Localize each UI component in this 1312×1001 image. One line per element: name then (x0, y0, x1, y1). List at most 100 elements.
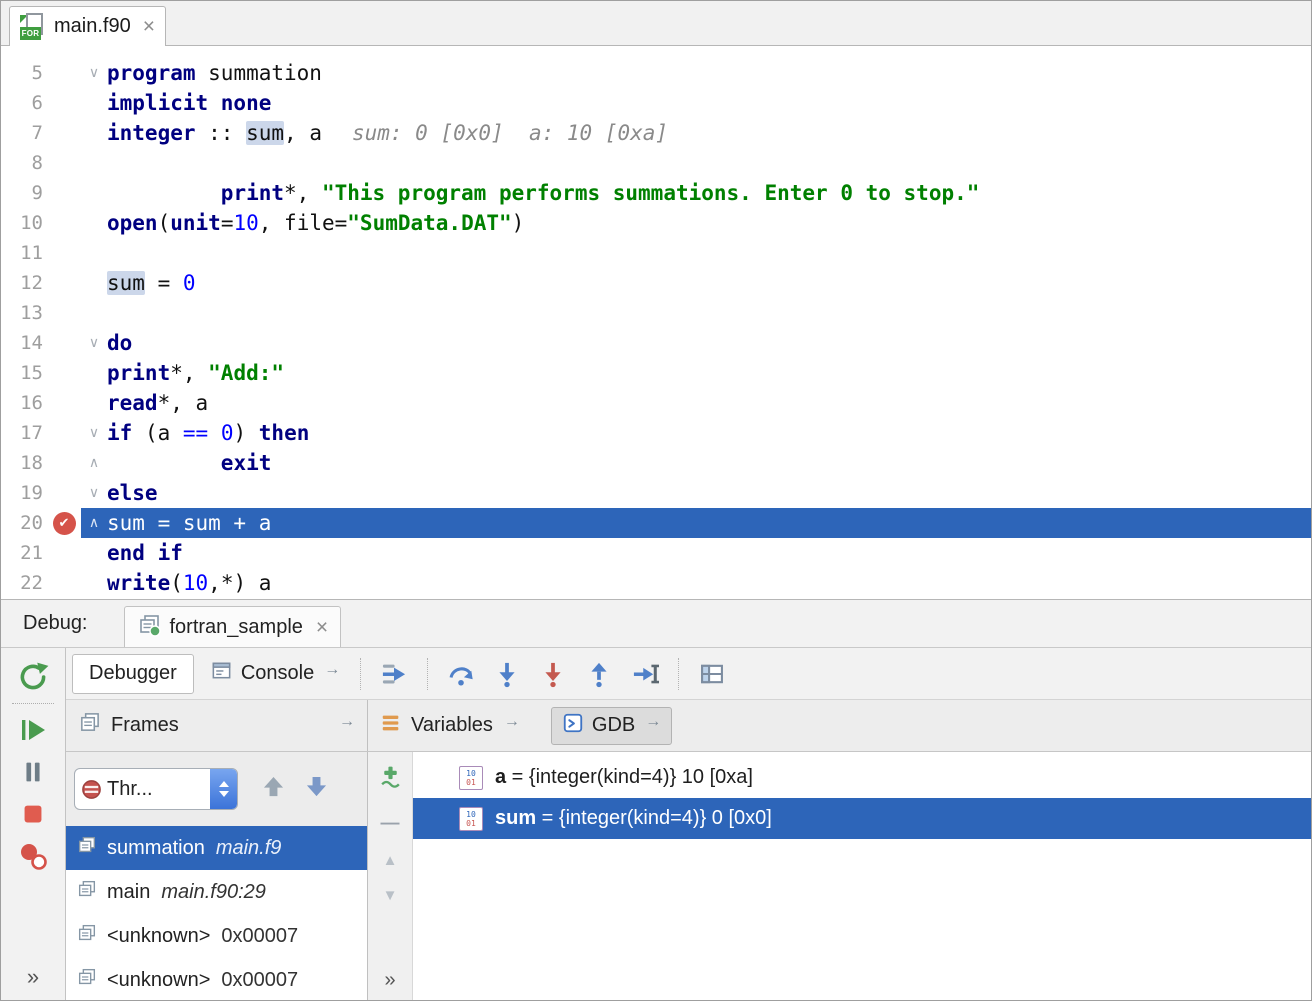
breakpoint-gutter[interactable] (47, 418, 81, 448)
breakpoint-gutter[interactable] (47, 118, 81, 148)
line-number[interactable]: 19 (1, 478, 47, 508)
step-out-button[interactable] (576, 653, 622, 695)
frame-row[interactable]: <unknown>0x00007 (66, 914, 367, 958)
line-number[interactable]: 14 (1, 328, 47, 358)
code-text[interactable]: sum = 0 (107, 268, 196, 298)
line-number[interactable]: 20 (1, 508, 47, 538)
tab-close-icon[interactable]: × (143, 16, 155, 37)
breakpoint-gutter[interactable] (47, 568, 81, 598)
breakpoint-gutter[interactable] (47, 58, 81, 88)
more-watch-actions-button[interactable]: » (384, 969, 395, 992)
breakpoint-gutter[interactable] (47, 268, 81, 298)
run-to-cursor-button[interactable] (622, 653, 668, 695)
step-over-button[interactable] (438, 653, 484, 695)
code-text[interactable]: sum = sum + a (107, 508, 271, 538)
breakpoint-gutter[interactable] (47, 88, 81, 118)
code-text[interactable]: open(unit=10, file="SumData.DAT") (107, 208, 524, 238)
fold-marker-icon[interactable]: ∨ (81, 58, 107, 88)
more-actions-button[interactable]: » (27, 964, 39, 990)
code-line: 10 open(unit=10, file="SumData.DAT") (1, 208, 1311, 238)
console-options-arrow-icon[interactable]: → (324, 661, 340, 679)
code-text[interactable]: end if (107, 538, 183, 568)
line-number[interactable]: 7 (1, 118, 47, 148)
code-text[interactable]: write(10,*) a (107, 568, 271, 598)
fold-marker-icon[interactable]: ∧ (81, 448, 107, 478)
line-number[interactable]: 18 (1, 448, 47, 478)
fold-marker-icon[interactable]: ∨ (81, 478, 107, 508)
line-number[interactable]: 21 (1, 538, 47, 568)
step-into-button[interactable] (484, 653, 530, 695)
previous-frame-button[interactable] (260, 773, 287, 805)
stop-button[interactable] (12, 793, 54, 835)
code-text[interactable]: integer :: sum, asum: 0 [0x0] a: 10 [0xa… (107, 118, 668, 148)
line-number[interactable]: 9 (1, 178, 47, 208)
tab-console[interactable]: Console → (200, 659, 350, 688)
line-number[interactable]: 8 (1, 148, 47, 178)
line-number[interactable]: 11 (1, 238, 47, 268)
breakpoint-gutter[interactable] (47, 178, 81, 208)
variables-options-arrow-icon[interactable]: → (504, 713, 520, 731)
editor-tab-main-f90[interactable]: FOR main.f90 × (9, 6, 166, 46)
thread-selector[interactable]: Thr... (74, 768, 238, 810)
breakpoint-gutter[interactable] (47, 148, 81, 178)
code-text[interactable]: print*, "Add:" (107, 358, 284, 388)
line-number[interactable]: 13 (1, 298, 47, 328)
code-text[interactable]: program summation (107, 58, 322, 88)
evaluate-expression-button[interactable] (689, 653, 735, 695)
resume-button[interactable] (12, 709, 54, 751)
show-execution-point-button[interactable] (371, 653, 417, 695)
gdb-options-arrow-icon[interactable]: → (645, 713, 661, 731)
move-down-button[interactable]: ▼ (383, 888, 398, 903)
code-text[interactable]: do (107, 328, 132, 358)
add-watch-button[interactable] (378, 764, 403, 794)
next-frame-button[interactable] (303, 773, 330, 805)
breakpoint-gutter[interactable] (47, 538, 81, 568)
line-number[interactable]: 16 (1, 388, 47, 418)
line-number[interactable]: 15 (1, 358, 47, 388)
fold-marker-icon[interactable]: ∧ (81, 508, 107, 538)
breakpoint-gutter[interactable]: ✔ (47, 508, 81, 538)
line-number[interactable]: 12 (1, 268, 47, 298)
session-close-icon[interactable]: × (316, 617, 328, 638)
line-number[interactable]: 5 (1, 58, 47, 88)
frame-row[interactable]: summationmain.f9 (66, 826, 367, 870)
breakpoint-gutter[interactable] (47, 448, 81, 478)
code-text[interactable]: else (107, 478, 158, 508)
debug-session-tab[interactable]: fortran_sample × (124, 606, 342, 647)
breakpoint-icon[interactable]: ✔ (53, 512, 76, 535)
pause-button[interactable] (12, 751, 54, 793)
rerun-button[interactable] (12, 656, 54, 698)
breakpoint-gutter[interactable] (47, 298, 81, 328)
frames-options-arrow-icon[interactable]: → (339, 713, 355, 731)
line-number[interactable]: 22 (1, 568, 47, 598)
breakpoint-gutter[interactable] (47, 238, 81, 268)
frame-row[interactable]: <unknown>0x00007 (66, 958, 367, 1000)
breakpoint-gutter[interactable] (47, 358, 81, 388)
code-editor[interactable]: 5∨program summation6implicit none7intege… (1, 46, 1311, 599)
tab-debugger[interactable]: Debugger (72, 654, 194, 694)
code-text[interactable]: exit (107, 448, 271, 478)
remove-watch-button[interactable]: — (381, 814, 400, 833)
breakpoint-gutter[interactable] (47, 478, 81, 508)
move-up-button[interactable]: ▲ (383, 853, 398, 868)
variable-row[interactable]: 1001a = {integer(kind=4)} 10 [0xa] (413, 757, 1311, 798)
tab-gdb[interactable]: GDB → (551, 707, 672, 745)
breakpoint-gutter[interactable] (47, 208, 81, 238)
code-text[interactable]: read*, a (107, 388, 208, 418)
line-number[interactable]: 10 (1, 208, 47, 238)
variable-row[interactable]: 1001sum = {integer(kind=4)} 0 [0x0] (413, 798, 1311, 839)
tab-variables[interactable]: Variables (411, 714, 493, 737)
code-text[interactable]: print*, "This program performs summation… (107, 178, 979, 208)
fold-marker-icon[interactable]: ∨ (81, 418, 107, 448)
breakpoint-gutter[interactable] (47, 328, 81, 358)
view-breakpoints-button[interactable] (12, 835, 54, 877)
thread-selector-stepper[interactable] (210, 768, 237, 810)
code-text[interactable]: if (a == 0) then (107, 418, 309, 448)
frame-row[interactable]: mainmain.f90:29 (66, 870, 367, 914)
force-step-into-button[interactable] (530, 653, 576, 695)
fold-marker-icon[interactable]: ∨ (81, 328, 107, 358)
line-number[interactable]: 6 (1, 88, 47, 118)
code-text[interactable]: implicit none (107, 88, 271, 118)
breakpoint-gutter[interactable] (47, 388, 81, 418)
line-number[interactable]: 17 (1, 418, 47, 448)
